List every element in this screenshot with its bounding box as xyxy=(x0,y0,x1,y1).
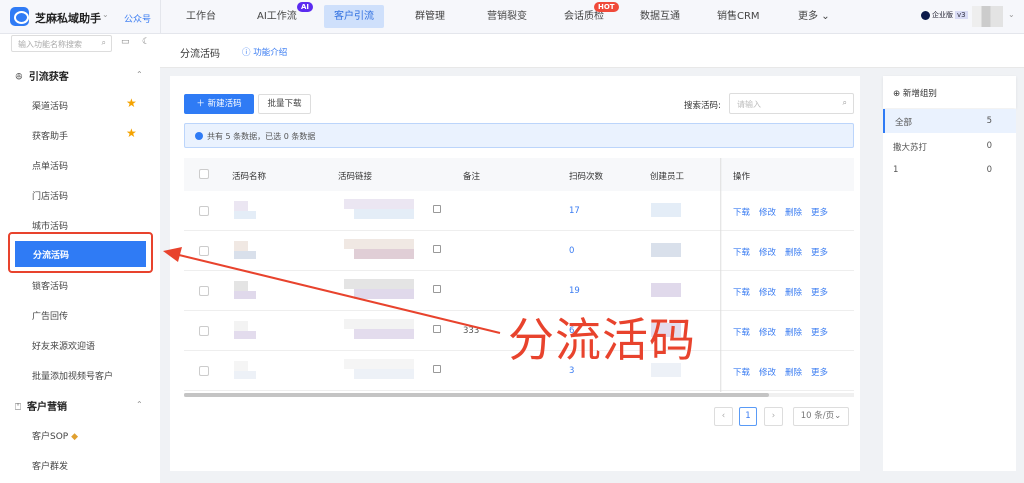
annotation-label: 分流活码 xyxy=(508,313,696,367)
annotation-arrow xyxy=(163,247,501,334)
